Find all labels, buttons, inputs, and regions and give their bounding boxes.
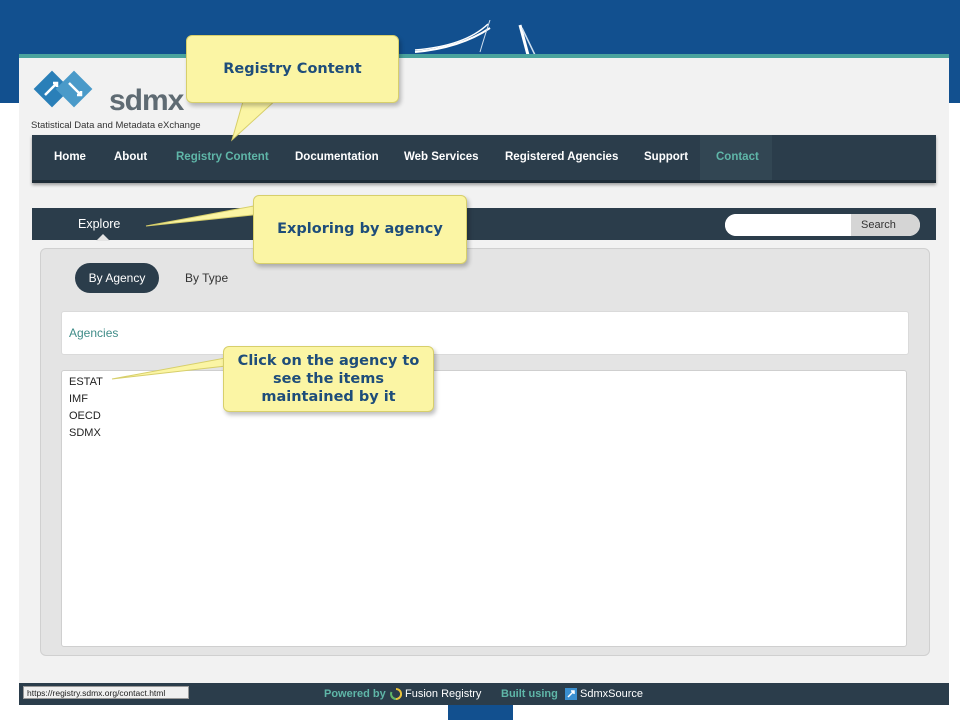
callout-registry-content: Registry Content <box>186 35 399 103</box>
callout-exploring-by-agency: Exploring by agency <box>253 195 467 264</box>
callout-tails <box>111 97 280 380</box>
callout-click-agency: Click on the agency to see the items mai… <box>223 346 434 412</box>
